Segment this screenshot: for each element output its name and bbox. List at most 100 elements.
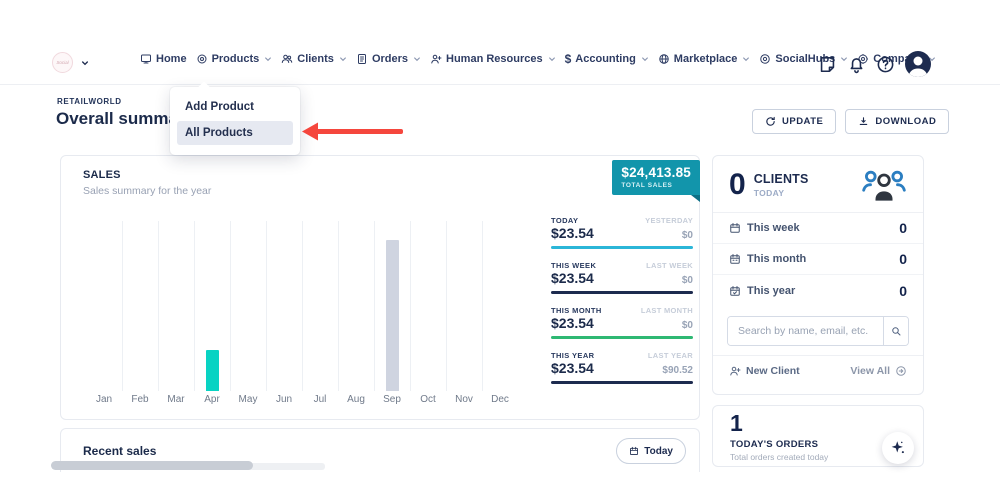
menu-item-all-products[interactable]: All Products [177,121,293,145]
nav-item-clients[interactable]: Clients [281,53,347,65]
total-sales-value: $24,413.85 [621,165,691,180]
dollar-icon: $ [565,52,572,66]
x-tick-label: Feb [122,394,158,405]
stat-row-year: THIS YEARLAST YEAR $23.54$90.52 [551,351,693,384]
stat-compare-value: $0 [682,320,693,331]
sales-card-subtitle: Sales summary for the year [83,185,211,197]
chevron-down-icon [742,55,750,63]
stat-value: $23.54 [551,270,594,286]
stat-row-week: THIS WEEKLAST WEEK $23.54$0 [551,261,693,294]
stat-label: THIS YEAR [551,351,594,360]
nav-item-accounting[interactable]: $ Accounting [565,52,649,66]
orders-subtitle: Total orders created today [730,452,828,462]
stat-compare-value: $0 [682,275,693,286]
x-tick-label: Jul [302,394,338,405]
gridline [266,221,267,391]
update-button[interactable]: UPDATE [752,109,836,134]
nav-label: Clients [297,53,334,65]
person-plus-icon [729,365,741,377]
x-tick-label: Mar [158,394,194,405]
x-tick-label: Jun [266,394,302,405]
update-label: UPDATE [782,116,823,127]
clients-subtitle: TODAY [754,188,809,198]
stat-row-month: THIS MONTHLAST MONTH $23.54$0 [551,306,693,339]
nav-item-orders[interactable]: Orders [356,53,421,65]
download-icon [858,116,869,127]
stat-compare-label: YESTERDAY [645,216,693,225]
clients-row-month: This month 0 [713,244,923,275]
x-tick-label: Oct [410,394,446,405]
client-search-input[interactable] [728,317,883,345]
refresh-icon [765,116,776,127]
at-circle-icon [759,53,771,65]
calendar-check-icon [729,285,741,297]
calendar-icon [729,222,741,234]
nav-item-home[interactable]: Home [140,53,187,65]
horizontal-scrollbar-thumb[interactable] [51,461,253,470]
gridline [374,221,375,391]
bell-icon[interactable] [847,55,866,74]
gridline [302,221,303,391]
person-plus-icon [430,53,442,65]
stat-value: $23.54 [551,360,594,376]
x-tick-label: May [230,394,266,405]
view-all-link[interactable]: View All [850,365,907,377]
sales-chart-labels: JanFebMarAprMayJunJulAugSepOctNovDec [86,394,518,406]
nav-label: Orders [372,53,408,65]
gridline [230,221,231,391]
globe-icon [658,53,670,65]
clients-people-icon [281,53,293,65]
stat-compare-label: LAST MONTH [641,306,693,315]
today-filter-button[interactable]: Today [616,438,686,464]
help-icon[interactable] [876,55,895,74]
page-actions: UPDATE DOWNLOAD [752,109,949,134]
new-client-label: New Client [746,365,800,377]
x-tick-label: Aug [338,394,374,405]
calendar-icon [629,446,639,456]
chevron-down-icon [641,55,649,63]
main-nav: Home Products Clients Orders Human Resou… [140,52,936,66]
sales-card-title: SALES [83,169,121,181]
gridline [410,221,411,391]
stat-underline [551,336,693,339]
stat-label: THIS WEEK [551,261,596,270]
nav-item-products[interactable]: Products [196,53,273,65]
today-filter-label: Today [644,446,673,457]
new-client-button[interactable]: New Client [729,365,800,377]
chevron-down-icon [264,55,272,63]
clients-row-year: This year 0 [713,275,923,306]
clients-row-week: This week 0 [713,213,923,244]
products-dropdown-menu: Add Product All Products [170,87,300,155]
nav-item-marketplace[interactable]: Marketplace [658,53,751,65]
notes-icon[interactable] [818,55,837,74]
menu-item-add-product[interactable]: Add Product [177,95,293,119]
stat-value: $23.54 [551,225,594,241]
orders-clipboard-icon [356,53,368,65]
search-icon [890,325,902,337]
clients-card: 0 CLIENTS TODAY This week 0 This month 0… [712,155,924,395]
stat-compare-value: $90.52 [662,365,693,376]
user-avatar[interactable] [905,51,931,77]
clients-row-value: 0 [899,220,907,236]
brand-logo[interactable]: Social [52,52,73,73]
ai-sparkle-button[interactable] [882,432,914,464]
x-tick-label: Jan [86,394,122,405]
stat-value: $23.54 [551,315,594,331]
bar-sep [386,240,399,391]
nav-label: Accounting [575,53,636,65]
breadcrumb: RETAILWORLD [57,97,122,106]
total-sales-badge: $24,413.85 TOTAL SALES [612,160,700,195]
nav-label: Human Resources [446,53,543,65]
gridline [158,221,159,391]
sparkle-icon [889,439,907,457]
brand-area[interactable]: Social [52,52,89,73]
gridline [122,221,123,391]
stat-label: TODAY [551,216,578,225]
todays-orders-card: 1 TODAY'S ORDERS Total orders created to… [712,405,924,467]
top-header: Social Home Products Clients Orders Huma… [0,0,1000,85]
download-button[interactable]: DOWNLOAD [845,109,949,134]
client-search-button[interactable] [883,317,908,345]
nav-item-human-resources[interactable]: Human Resources [430,53,556,65]
badge-tail [691,195,700,202]
x-tick-label: Apr [194,394,230,405]
